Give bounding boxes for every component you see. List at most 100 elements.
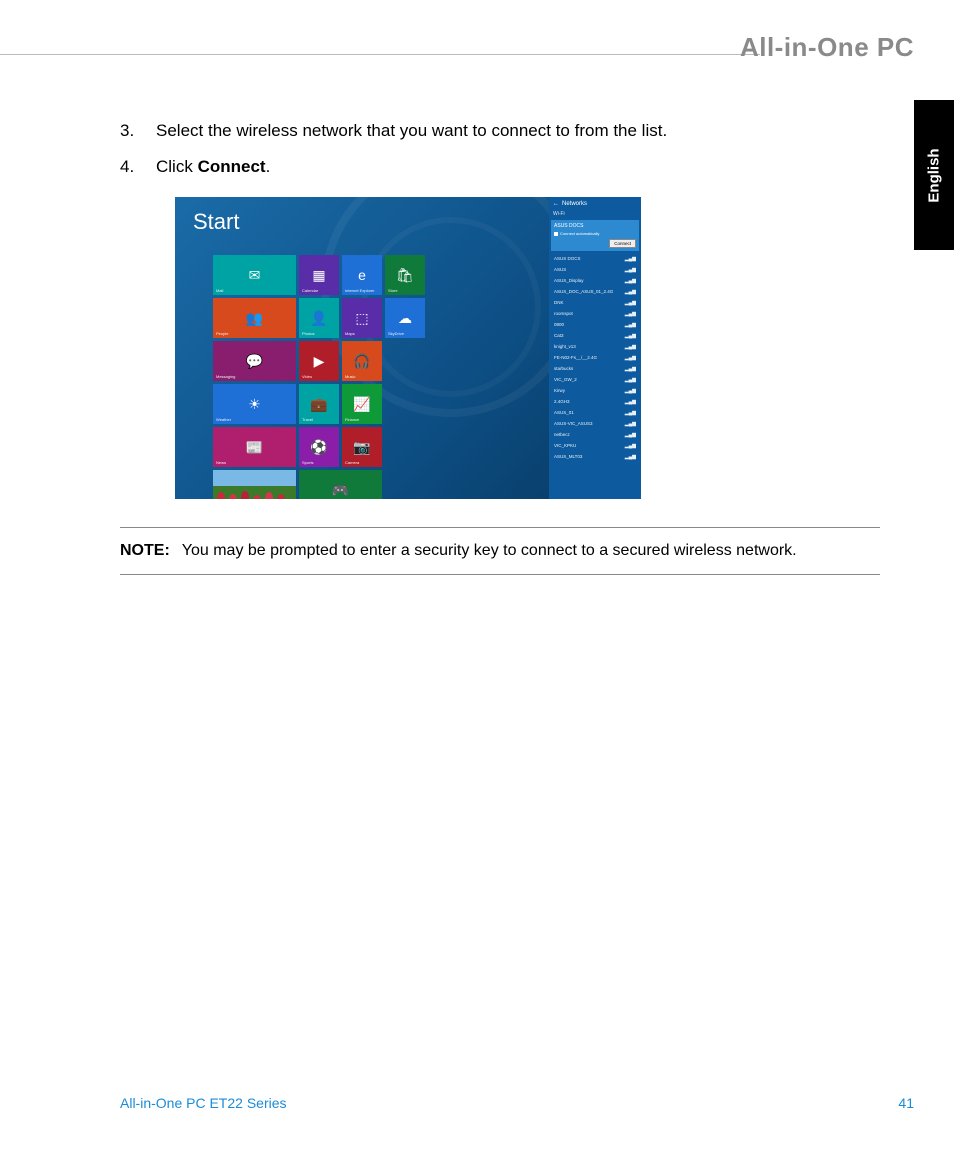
network-name: FE-N02-Fs__/__2.4G <box>554 355 597 360</box>
network-name: knight_v13 <box>554 344 576 349</box>
network-item[interactable]: ASUS_DOC_ASUS_01_2.4G▂▄▆ <box>553 286 637 297</box>
start-tile[interactable]: 👥People <box>213 298 296 338</box>
networks-heading: ← Networks <box>553 201 637 207</box>
wifi-signal-icon: ▂▄▆ <box>625 388 636 394</box>
tile-row: 📰 News ⚽Sports📷Camera <box>213 427 543 467</box>
network-name: Cat3 <box>554 333 564 338</box>
tile-icon: ✉ <box>249 268 261 282</box>
language-tab[interactable]: English <box>914 100 954 250</box>
network-item[interactable]: 2.4GH3▂▄▆ <box>553 396 637 407</box>
footer-series: All-in-One PC ET22 Series <box>120 1095 287 1111</box>
network-item[interactable]: VIC_KPKU▂▄▆ <box>553 440 637 451</box>
start-tile[interactable]: 🎧Music <box>342 341 382 381</box>
start-tile[interactable]: ⚽Sports <box>299 427 339 467</box>
note-block: NOTE:You may be prompted to enter a secu… <box>120 527 880 575</box>
back-arrow-icon[interactable]: ← <box>553 201 559 207</box>
networks-heading-text: Networks <box>562 201 587 207</box>
network-item[interactable]: ASUS DOCS ▂▄▆ <box>553 253 637 264</box>
network-name: ASUS DOCS <box>554 256 581 261</box>
start-tile[interactable]: eInternet Explorer <box>342 255 382 295</box>
tile-label: SkyDrive <box>388 331 404 336</box>
checkbox-icon[interactable] <box>554 232 558 236</box>
start-tile[interactable]: ☀Weather <box>213 384 296 424</box>
tile-label: Camera <box>345 460 359 465</box>
tile-label: Travel <box>302 417 313 422</box>
network-item[interactable]: ASUS_01▂▄▆ <box>553 407 637 418</box>
wifi-signal-icon: ▂▄▆ <box>625 432 636 438</box>
start-tile[interactable]: ⬚Maps <box>342 298 382 338</box>
network-name: ASUS-VIC_ASUS3 <box>554 421 593 426</box>
network-name: ASUS <box>554 267 566 272</box>
tile-label: Sports <box>302 460 314 465</box>
start-tile[interactable]: 🛍Store <box>385 255 425 295</box>
wifi-signal-icon: ▂▄▆ <box>625 333 636 339</box>
tile-row: ✉ Mail ▦CalendareInternet Explorer🛍Store <box>213 255 543 295</box>
network-name: roomspot <box>554 311 573 316</box>
tile-label: News <box>216 460 226 465</box>
start-tile[interactable]: 📰 News <box>213 427 296 467</box>
start-tile[interactable]: 🎮Xbox LIVE Games <box>299 470 382 499</box>
network-item[interactable]: ASUS_MLT03▂▄▆ <box>553 451 637 462</box>
network-name: VIC_KPKU <box>554 443 576 448</box>
network-item[interactable]: ASUS-VIC_ASUS3 ▂▄▆ <box>553 418 637 429</box>
network-item[interactable]: roomspot▂▄▆ <box>553 308 637 319</box>
selected-network[interactable]: ASUS DOCS Connect automatically Connect <box>551 220 639 251</box>
start-tile[interactable]: 💼Travel <box>299 384 339 424</box>
network-item[interactable]: knight_v13▂▄▆ <box>553 341 637 352</box>
network-item[interactable]: ASUS▂▄▆ <box>553 264 637 275</box>
wifi-signal-icon: ▂▄▆ <box>625 300 636 306</box>
network-name: ASUS_Display <box>554 278 584 283</box>
language-tab-label: English <box>926 148 943 202</box>
tile-label: Video <box>302 374 312 379</box>
network-name: ASUS_01 <box>554 410 574 415</box>
networks-panel[interactable]: ← Networks Wi-Fi ASUS DOCS Connect autom… <box>549 197 641 499</box>
start-tile[interactable]: ▦Calendar <box>299 255 339 295</box>
start-tile[interactable] <box>213 470 296 499</box>
network-item[interactable]: 0800▂▄▆ <box>553 319 637 330</box>
network-name: ASUS_MLT03 <box>554 454 582 459</box>
start-tile[interactable]: 📷Camera <box>342 427 382 467</box>
connect-auto-checkbox[interactable]: Connect automatically <box>554 231 636 236</box>
tile-icon: 💬 <box>246 354 263 368</box>
network-item[interactable]: Cat3 ▂▄▆ <box>553 330 637 341</box>
start-tile[interactable]: 👤 Photos <box>299 298 339 338</box>
network-item[interactable]: DNK▂▄▆ <box>553 297 637 308</box>
wifi-signal-icon: ▂▄▆ <box>625 256 636 262</box>
tile-label: Weather <box>216 417 231 422</box>
network-item[interactable]: Kirwy ▂▄▆ <box>553 385 637 396</box>
instruction-step-4: 4. Click Connect. <box>120 154 880 180</box>
tile-icon: 📰 <box>246 440 263 454</box>
start-tile[interactable]: ✉ Mail <box>213 255 296 295</box>
step-suffix: . <box>266 157 271 176</box>
footer-page-number: 41 <box>898 1095 914 1111</box>
tile-label: Photos <box>302 331 314 336</box>
header-rule <box>0 54 760 55</box>
tile-row: 🎮Xbox LIVE Games <box>213 470 543 499</box>
start-tile[interactable]: ▶Video <box>299 341 339 381</box>
start-tile[interactable]: 📈Finance <box>342 384 382 424</box>
network-item[interactable]: netbecz▂▄▆ <box>553 429 637 440</box>
tile-icon: 🎧 <box>353 354 370 368</box>
tile-icon: ⬚ <box>355 311 368 325</box>
tile-label: Internet Explorer <box>345 288 375 293</box>
note-text: You may be prompted to enter a security … <box>182 542 797 559</box>
connect-button[interactable]: Connect <box>609 239 636 248</box>
network-item[interactable]: FE-N02-Fs__/__2.4G ▂▄▆ <box>553 352 637 363</box>
tile-icon: 👥 <box>246 311 263 325</box>
start-tile[interactable]: ☁SkyDrive <box>385 298 425 338</box>
tile-icon: 🛍 <box>396 268 414 282</box>
step-text: Click Connect. <box>156 154 270 180</box>
tile-label: Mail <box>216 288 223 293</box>
network-list: ASUS DOCS▂▄▆ASUS▂▄▆ASUS_Display▂▄▆ASUS_D… <box>553 253 637 462</box>
start-tile[interactable]: 💬 Messaging <box>213 341 296 381</box>
network-name: Kirwy <box>554 388 565 393</box>
network-item[interactable]: starbucks▂▄▆ <box>553 363 637 374</box>
wifi-signal-icon: ▂▄▆ <box>625 355 636 361</box>
wifi-signal-icon: ▂▄▆ <box>625 421 636 427</box>
tile-label: Messaging <box>216 374 235 379</box>
tile-icon: 👤 <box>310 311 327 325</box>
wifi-signal-icon: ▂▄▆ <box>625 377 636 383</box>
network-item[interactable]: VIC_GW_2▂▄▆ <box>553 374 637 385</box>
page-footer: All-in-One PC ET22 Series 41 <box>120 1095 914 1111</box>
network-item[interactable]: ASUS_Display▂▄▆ <box>553 275 637 286</box>
